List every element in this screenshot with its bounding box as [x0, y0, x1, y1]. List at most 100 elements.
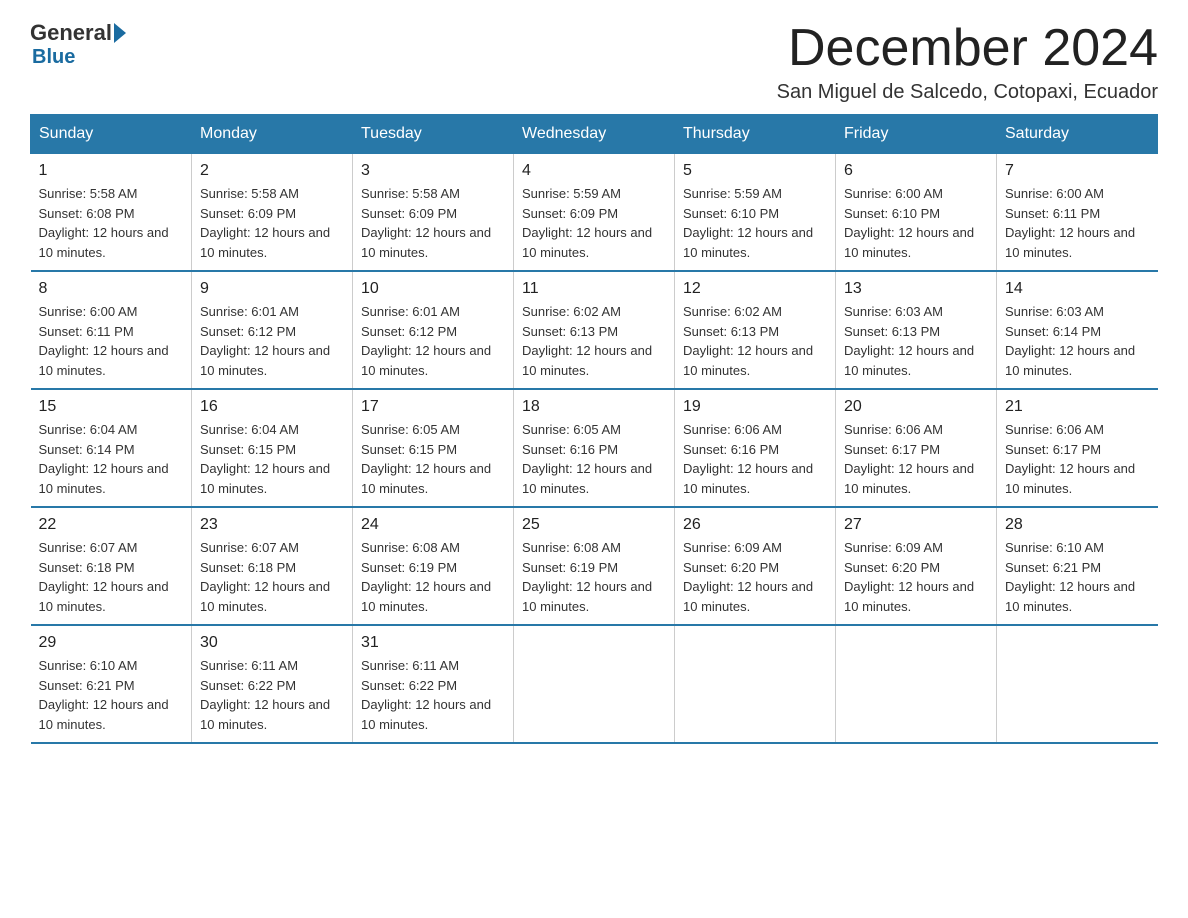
day-number: 22	[39, 516, 184, 534]
calendar-cell: 9 Sunrise: 6:01 AM Sunset: 6:12 PM Dayli…	[192, 271, 353, 389]
calendar-cell	[514, 625, 675, 743]
day-number: 8	[39, 280, 184, 298]
weekday-header-wednesday: Wednesday	[514, 115, 675, 154]
calendar-cell	[675, 625, 836, 743]
calendar-cell: 25 Sunrise: 6:08 AM Sunset: 6:19 PM Dayl…	[514, 507, 675, 625]
day-info: Sunrise: 5:58 AM Sunset: 6:09 PM Dayligh…	[200, 186, 330, 260]
calendar-week-row: 29 Sunrise: 6:10 AM Sunset: 6:21 PM Dayl…	[31, 625, 1158, 743]
day-number: 23	[200, 516, 344, 534]
day-info: Sunrise: 6:07 AM Sunset: 6:18 PM Dayligh…	[39, 540, 169, 614]
day-number: 20	[844, 398, 988, 416]
day-info: Sunrise: 5:59 AM Sunset: 6:10 PM Dayligh…	[683, 186, 813, 260]
day-info: Sunrise: 6:05 AM Sunset: 6:15 PM Dayligh…	[361, 422, 491, 496]
day-number: 27	[844, 516, 988, 534]
calendar-cell: 5 Sunrise: 5:59 AM Sunset: 6:10 PM Dayli…	[675, 154, 836, 272]
month-title: December 2024	[777, 20, 1158, 77]
day-info: Sunrise: 6:06 AM Sunset: 6:17 PM Dayligh…	[844, 422, 974, 496]
day-info: Sunrise: 5:59 AM Sunset: 6:09 PM Dayligh…	[522, 186, 652, 260]
calendar-week-row: 8 Sunrise: 6:00 AM Sunset: 6:11 PM Dayli…	[31, 271, 1158, 389]
calendar-week-row: 1 Sunrise: 5:58 AM Sunset: 6:08 PM Dayli…	[31, 154, 1158, 272]
day-number: 6	[844, 162, 988, 180]
calendar-cell: 6 Sunrise: 6:00 AM Sunset: 6:10 PM Dayli…	[836, 154, 997, 272]
day-number: 2	[200, 162, 344, 180]
calendar-cell: 30 Sunrise: 6:11 AM Sunset: 6:22 PM Dayl…	[192, 625, 353, 743]
calendar-cell: 18 Sunrise: 6:05 AM Sunset: 6:16 PM Dayl…	[514, 389, 675, 507]
day-info: Sunrise: 6:11 AM Sunset: 6:22 PM Dayligh…	[200, 658, 330, 732]
day-info: Sunrise: 6:11 AM Sunset: 6:22 PM Dayligh…	[361, 658, 491, 732]
location-subtitle: San Miguel de Salcedo, Cotopaxi, Ecuador	[777, 81, 1158, 104]
day-number: 7	[1005, 162, 1150, 180]
logo-blue-text: Blue	[32, 46, 75, 69]
calendar-cell: 8 Sunrise: 6:00 AM Sunset: 6:11 PM Dayli…	[31, 271, 192, 389]
calendar-cell: 3 Sunrise: 5:58 AM Sunset: 6:09 PM Dayli…	[353, 154, 514, 272]
calendar-cell: 31 Sunrise: 6:11 AM Sunset: 6:22 PM Dayl…	[353, 625, 514, 743]
calendar-cell: 19 Sunrise: 6:06 AM Sunset: 6:16 PM Dayl…	[675, 389, 836, 507]
day-number: 29	[39, 634, 184, 652]
day-info: Sunrise: 6:09 AM Sunset: 6:20 PM Dayligh…	[844, 540, 974, 614]
day-info: Sunrise: 6:00 AM Sunset: 6:11 PM Dayligh…	[39, 304, 169, 378]
day-info: Sunrise: 6:10 AM Sunset: 6:21 PM Dayligh…	[39, 658, 169, 732]
page-header: General Blue December 2024 San Miguel de…	[30, 20, 1158, 104]
day-number: 4	[522, 162, 666, 180]
calendar-header-row: SundayMondayTuesdayWednesdayThursdayFrid…	[31, 115, 1158, 154]
weekday-header-tuesday: Tuesday	[353, 115, 514, 154]
calendar-cell: 20 Sunrise: 6:06 AM Sunset: 6:17 PM Dayl…	[836, 389, 997, 507]
calendar-cell: 15 Sunrise: 6:04 AM Sunset: 6:14 PM Dayl…	[31, 389, 192, 507]
calendar-cell: 2 Sunrise: 5:58 AM Sunset: 6:09 PM Dayli…	[192, 154, 353, 272]
day-number: 14	[1005, 280, 1150, 298]
calendar-cell: 23 Sunrise: 6:07 AM Sunset: 6:18 PM Dayl…	[192, 507, 353, 625]
title-section: December 2024 San Miguel de Salcedo, Cot…	[777, 20, 1158, 104]
day-number: 1	[39, 162, 184, 180]
day-info: Sunrise: 6:02 AM Sunset: 6:13 PM Dayligh…	[683, 304, 813, 378]
weekday-header-monday: Monday	[192, 115, 353, 154]
day-number: 9	[200, 280, 344, 298]
calendar-cell: 14 Sunrise: 6:03 AM Sunset: 6:14 PM Dayl…	[997, 271, 1158, 389]
day-info: Sunrise: 6:02 AM Sunset: 6:13 PM Dayligh…	[522, 304, 652, 378]
weekday-header-friday: Friday	[836, 115, 997, 154]
calendar-cell: 13 Sunrise: 6:03 AM Sunset: 6:13 PM Dayl…	[836, 271, 997, 389]
day-info: Sunrise: 6:00 AM Sunset: 6:11 PM Dayligh…	[1005, 186, 1135, 260]
day-info: Sunrise: 6:05 AM Sunset: 6:16 PM Dayligh…	[522, 422, 652, 496]
day-info: Sunrise: 6:03 AM Sunset: 6:14 PM Dayligh…	[1005, 304, 1135, 378]
day-info: Sunrise: 6:10 AM Sunset: 6:21 PM Dayligh…	[1005, 540, 1135, 614]
day-number: 15	[39, 398, 184, 416]
calendar-cell: 12 Sunrise: 6:02 AM Sunset: 6:13 PM Dayl…	[675, 271, 836, 389]
day-info: Sunrise: 6:08 AM Sunset: 6:19 PM Dayligh…	[522, 540, 652, 614]
calendar-week-row: 15 Sunrise: 6:04 AM Sunset: 6:14 PM Dayl…	[31, 389, 1158, 507]
weekday-header-sunday: Sunday	[31, 115, 192, 154]
day-number: 11	[522, 280, 666, 298]
logo-arrow-icon	[114, 23, 126, 43]
day-number: 13	[844, 280, 988, 298]
calendar-cell: 24 Sunrise: 6:08 AM Sunset: 6:19 PM Dayl…	[353, 507, 514, 625]
day-info: Sunrise: 6:01 AM Sunset: 6:12 PM Dayligh…	[361, 304, 491, 378]
calendar-cell: 22 Sunrise: 6:07 AM Sunset: 6:18 PM Dayl…	[31, 507, 192, 625]
calendar-cell: 1 Sunrise: 5:58 AM Sunset: 6:08 PM Dayli…	[31, 154, 192, 272]
day-info: Sunrise: 6:03 AM Sunset: 6:13 PM Dayligh…	[844, 304, 974, 378]
calendar-cell: 7 Sunrise: 6:00 AM Sunset: 6:11 PM Dayli…	[997, 154, 1158, 272]
day-number: 26	[683, 516, 827, 534]
day-number: 17	[361, 398, 505, 416]
day-info: Sunrise: 6:00 AM Sunset: 6:10 PM Dayligh…	[844, 186, 974, 260]
day-number: 24	[361, 516, 505, 534]
calendar-cell: 17 Sunrise: 6:05 AM Sunset: 6:15 PM Dayl…	[353, 389, 514, 507]
calendar-cell	[997, 625, 1158, 743]
day-info: Sunrise: 6:06 AM Sunset: 6:16 PM Dayligh…	[683, 422, 813, 496]
day-info: Sunrise: 5:58 AM Sunset: 6:08 PM Dayligh…	[39, 186, 169, 260]
day-info: Sunrise: 6:06 AM Sunset: 6:17 PM Dayligh…	[1005, 422, 1135, 496]
day-number: 19	[683, 398, 827, 416]
calendar-week-row: 22 Sunrise: 6:07 AM Sunset: 6:18 PM Dayl…	[31, 507, 1158, 625]
calendar-cell: 28 Sunrise: 6:10 AM Sunset: 6:21 PM Dayl…	[997, 507, 1158, 625]
calendar-cell: 27 Sunrise: 6:09 AM Sunset: 6:20 PM Dayl…	[836, 507, 997, 625]
day-info: Sunrise: 6:01 AM Sunset: 6:12 PM Dayligh…	[200, 304, 330, 378]
day-number: 16	[200, 398, 344, 416]
day-number: 21	[1005, 398, 1150, 416]
day-number: 3	[361, 162, 505, 180]
logo: General Blue	[30, 20, 128, 69]
day-number: 12	[683, 280, 827, 298]
calendar-cell: 29 Sunrise: 6:10 AM Sunset: 6:21 PM Dayl…	[31, 625, 192, 743]
calendar-cell: 26 Sunrise: 6:09 AM Sunset: 6:20 PM Dayl…	[675, 507, 836, 625]
calendar-table: SundayMondayTuesdayWednesdayThursdayFrid…	[30, 114, 1158, 744]
day-number: 18	[522, 398, 666, 416]
day-info: Sunrise: 6:07 AM Sunset: 6:18 PM Dayligh…	[200, 540, 330, 614]
calendar-cell: 11 Sunrise: 6:02 AM Sunset: 6:13 PM Dayl…	[514, 271, 675, 389]
